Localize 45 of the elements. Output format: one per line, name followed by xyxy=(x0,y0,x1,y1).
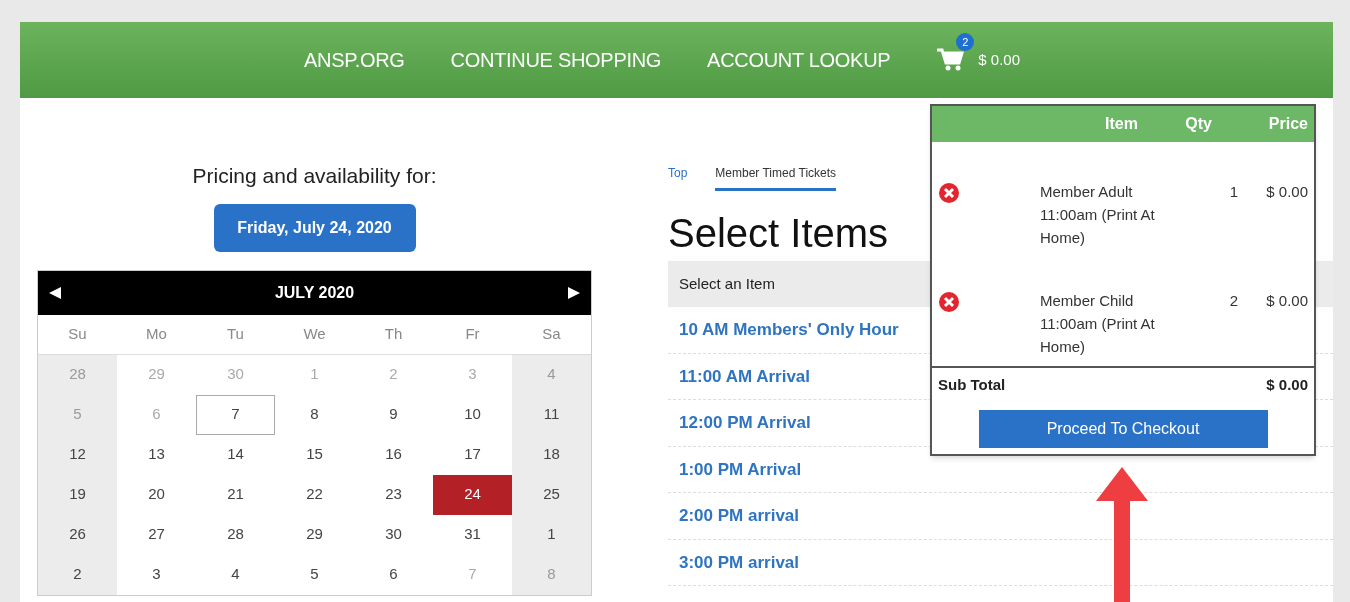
column-header: Qty xyxy=(1184,114,1213,134)
time-slot-link[interactable]: 3:00 PM arrival xyxy=(679,549,799,575)
column-header: Price xyxy=(1267,114,1309,134)
calendar-day[interactable]: 1 xyxy=(512,514,591,555)
calendar-day[interactable]: 19 xyxy=(38,474,117,515)
calendar-day[interactable]: 26 xyxy=(38,514,117,555)
calendar-day[interactable]: 25 xyxy=(512,474,591,515)
column-header: Item xyxy=(1104,114,1139,134)
month-title: JULY 2020 xyxy=(274,282,355,303)
weekday-label: Su xyxy=(67,323,88,344)
page-heading: Select Items xyxy=(668,210,889,257)
time-slot-link[interactable]: 12:00 PM Arrival xyxy=(679,410,811,436)
date-button[interactable]: Friday, July 24, 2020 xyxy=(213,203,416,252)
tab[interactable]: Member Timed Tickets xyxy=(715,164,837,191)
weekday-label: Tu xyxy=(226,323,245,344)
previous-month-icon[interactable] xyxy=(48,285,62,300)
calendar-day[interactable]: 2 xyxy=(38,554,117,595)
next-month-icon[interactable] xyxy=(567,285,581,300)
subtotal-value: $ 0.00 xyxy=(1266,374,1308,395)
calendar-day[interactable]: 24 xyxy=(433,474,512,515)
weekday-label: Th xyxy=(383,323,404,344)
calendar-day[interactable]: 18 xyxy=(512,434,591,475)
calendar-day[interactable]: 12 xyxy=(38,434,117,475)
checkout-button[interactable]: Proceed To Checkout xyxy=(978,410,1268,448)
remove-icon[interactable] xyxy=(938,291,960,313)
weekday-label: We xyxy=(302,323,327,344)
weekday-label: Fr xyxy=(464,323,481,344)
time-slot-link[interactable]: 2:00 PM arrival xyxy=(679,503,799,529)
cart-item-qty: 1 xyxy=(1228,182,1238,202)
cart-item-name: Member Adult 11:00am (Print At Home) xyxy=(1040,182,1156,248)
pricing-title: Pricing and availability for: xyxy=(192,163,437,189)
cart-count-badge: 2 xyxy=(956,33,975,51)
tab[interactable]: Top xyxy=(668,164,688,191)
calendar-day[interactable]: 11 xyxy=(512,394,591,435)
calendar-day[interactable]: 7 xyxy=(196,394,275,435)
time-slot-link[interactable]: 11:00 AM Arrival xyxy=(679,363,811,389)
remove-icon[interactable] xyxy=(938,182,960,204)
weekday-label: Sa xyxy=(541,323,562,344)
time-slot-link[interactable]: 10 AM Members' Only Hour xyxy=(679,317,899,343)
cart-total: $ 0.00 xyxy=(978,49,1021,70)
subtotal-label: Sub Total xyxy=(938,374,1006,395)
time-slot-link[interactable]: 1:00 PM Arrival xyxy=(679,456,802,482)
cart-icon[interactable] xyxy=(936,47,965,73)
weekday-label: Mo xyxy=(145,323,168,344)
cart-item-price: $ 0.00 xyxy=(1265,182,1309,202)
